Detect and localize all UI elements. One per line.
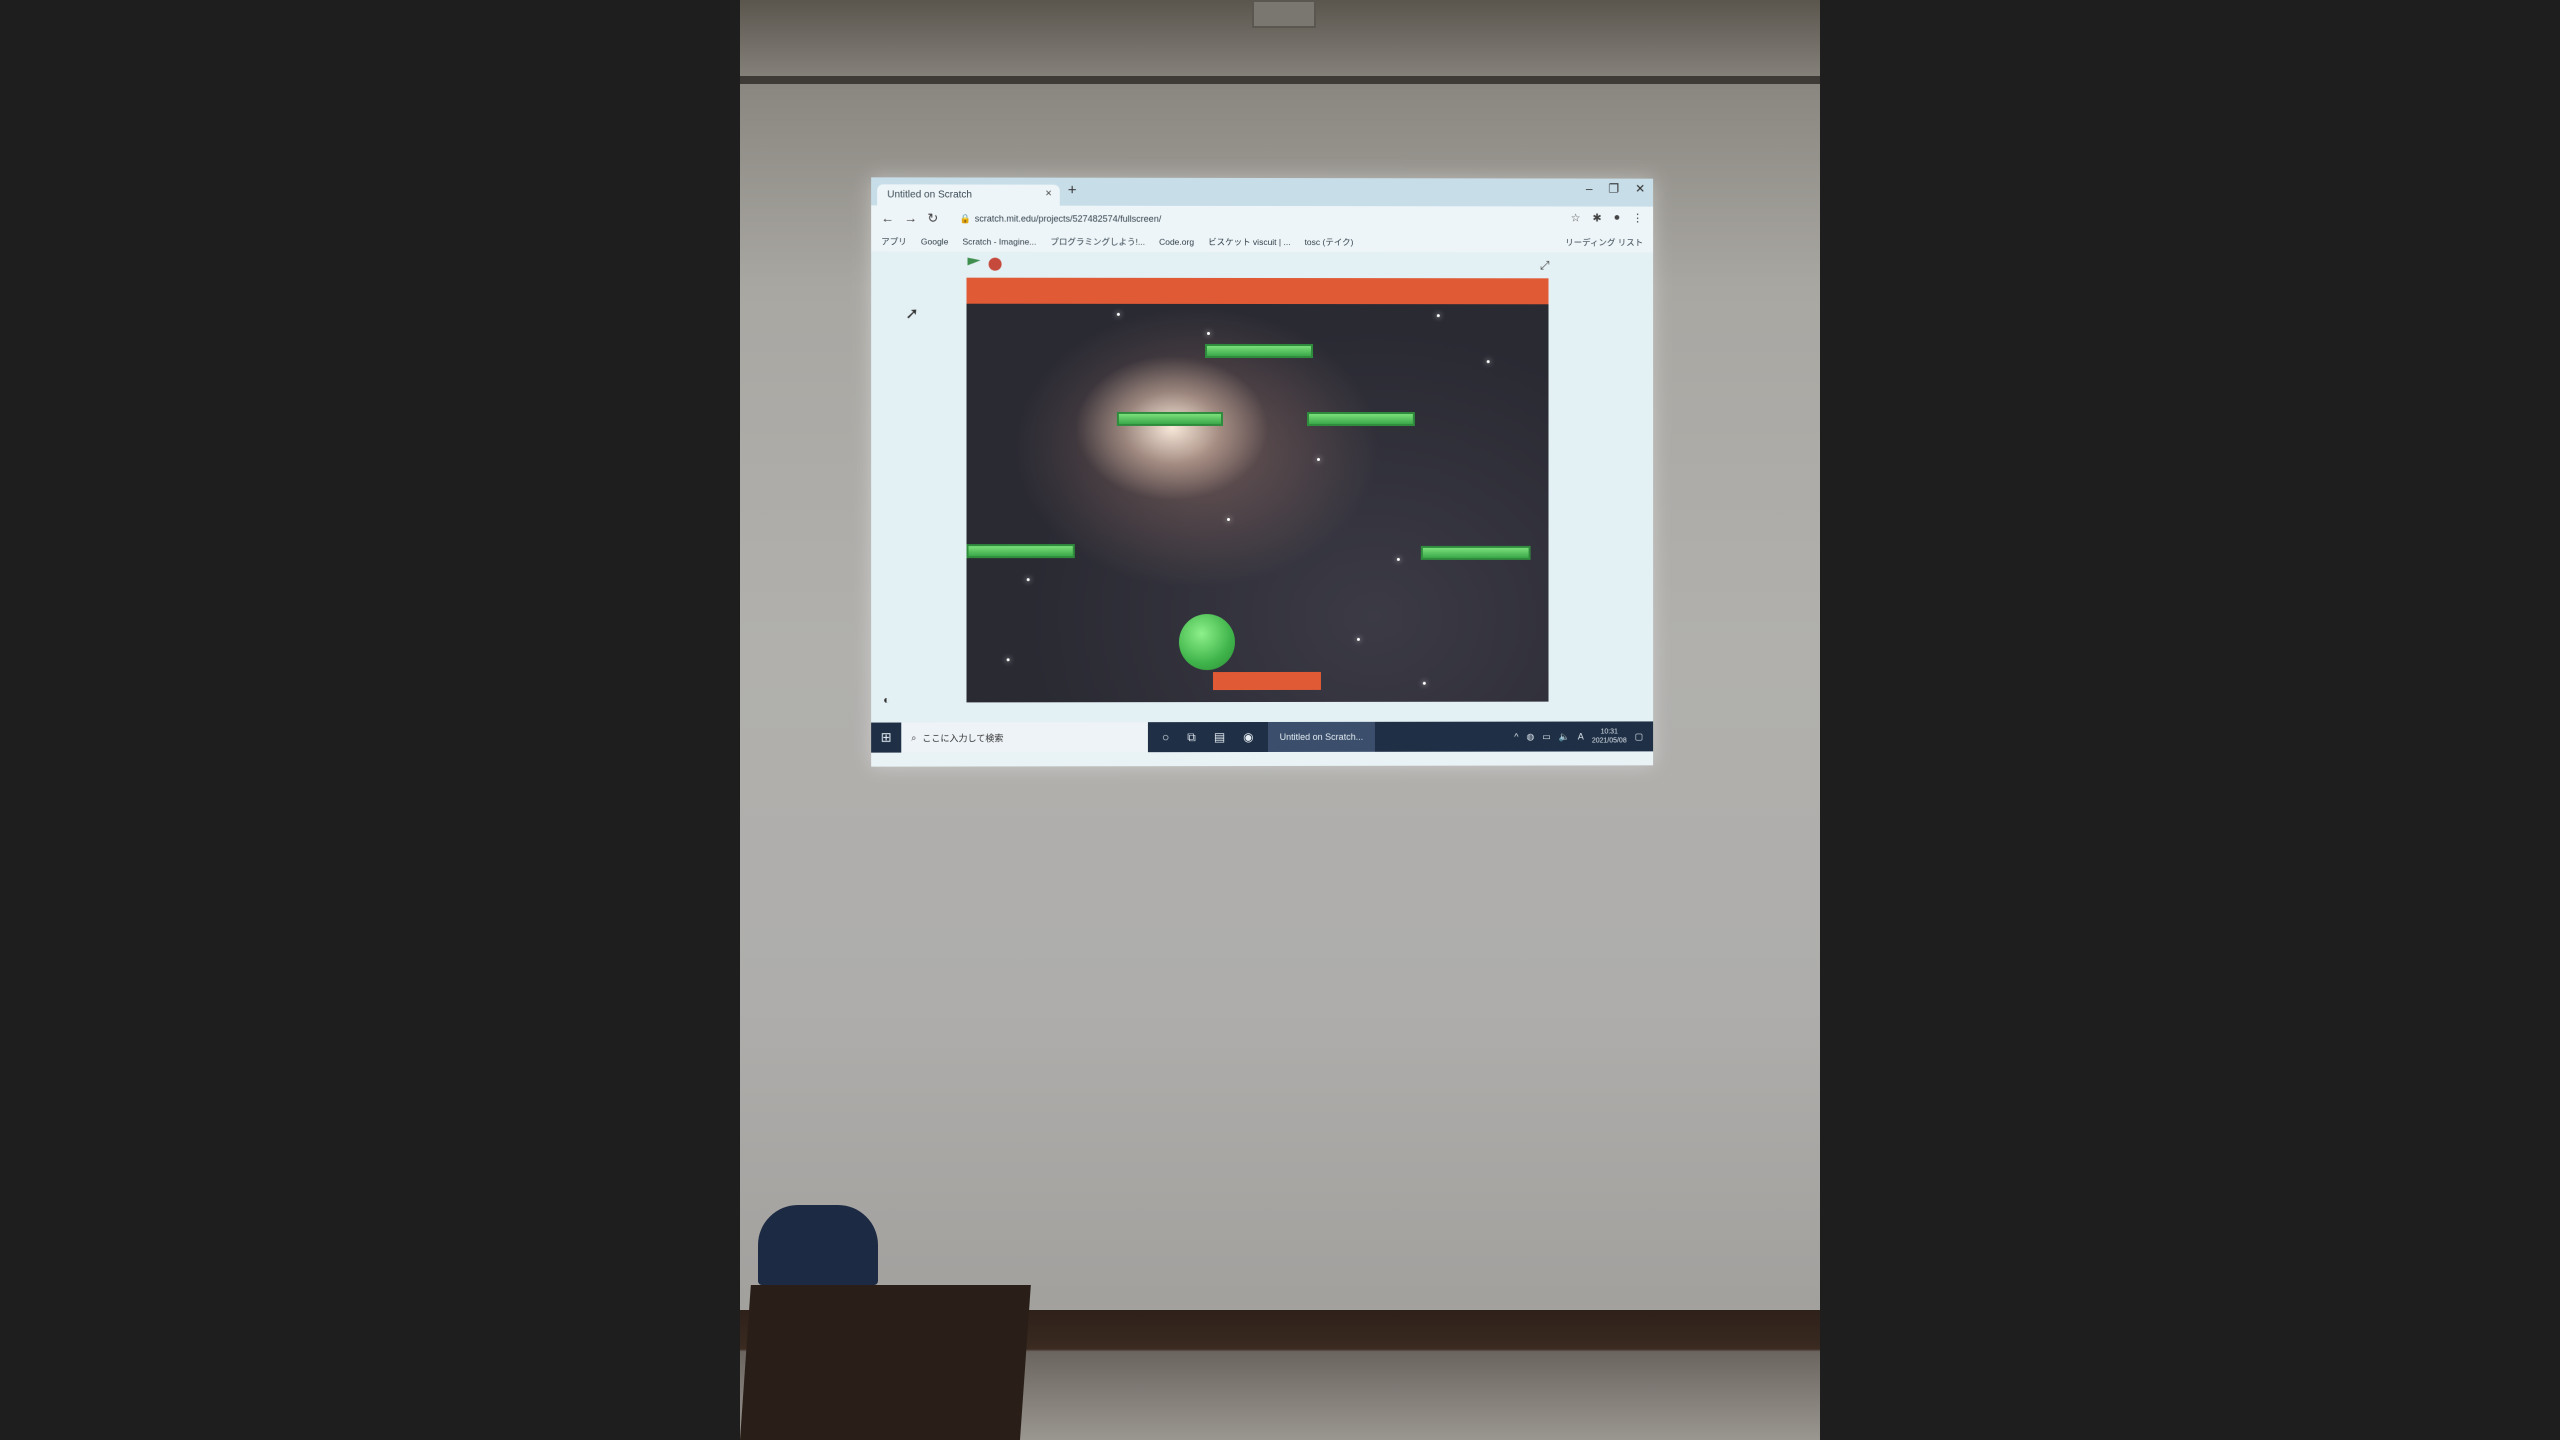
browser-titlebar: Untitled on Scratch × + – ❐ ✕ [871,177,1654,207]
star [1226,518,1230,522]
star [1356,637,1360,641]
star [1316,458,1320,462]
lock-icon: 🔒 [959,213,971,224]
back-button[interactable]: ← [881,210,894,226]
tray-chevron-icon[interactable]: ^ [1514,732,1518,742]
bookmark-viscuit[interactable]: ビスケット viscuit | ... [1208,236,1291,248]
browser-tab[interactable]: Untitled on Scratch × [877,184,1060,206]
reading-list[interactable]: リーディング リスト [1565,236,1643,248]
taskbar-search[interactable]: ⌕ ここに入力して検索 [901,722,1148,753]
close-window-button[interactable]: ✕ [1635,182,1645,196]
new-tab-button[interactable]: + [1068,182,1077,199]
battery-icon[interactable]: ▭ [1542,731,1550,742]
paddle [1212,671,1321,691]
chair [758,1205,878,1285]
address-bar: ← → ↻ 🔒 scratch.mit.edu/projects/5274825… [871,205,1654,233]
scratch-controls [968,258,1002,271]
address-bar-actions: ☆ ✱ ● ⋮ [1571,211,1643,225]
profile-icon[interactable]: ● [1614,212,1621,225]
star [1006,658,1010,662]
platform [1204,343,1313,359]
nav-buttons: ← → ↻ [881,210,938,226]
system-tray: ^ ◍ ▭ 🔈 A 10:31 2021/05/08 ▢ [1514,727,1653,745]
bookmark-google[interactable]: Google [921,237,949,247]
url-text: scratch.mit.edu/projects/527482574/fulls… [974,213,1162,224]
tab-close-icon[interactable]: × [1045,188,1051,200]
mouse-cursor-icon: ➚ [905,305,919,323]
bookmark-codeorg[interactable]: Code.org [1159,237,1194,247]
tab-title: Untitled on Scratch [887,189,973,201]
search-icon: ⌕ [911,732,917,743]
platform [1420,545,1531,560]
bookmark-tosc[interactable]: tosc (テイク) [1305,236,1354,248]
green-flag-icon[interactable] [968,258,981,271]
file-explorer-icon[interactable]: ▤ [1214,730,1225,745]
video-frame: Untitled on Scratch × + – ❐ ✕ ← → ↻ 🔒 sc… [740,0,1820,1440]
volume-icon[interactable]: 🔈 [1559,731,1570,742]
bookmark-programming[interactable]: プログラミングしよう!... [1050,236,1145,248]
window-controls: – ❐ ✕ [1586,182,1645,196]
star [1206,331,1210,335]
bookmark-star-icon[interactable]: ☆ [1571,211,1581,224]
ime-icon[interactable]: A [1578,732,1584,742]
platform [1306,412,1415,427]
star [1436,314,1440,318]
windows-start-icon[interactable]: ⊞ [871,730,901,746]
url-field[interactable]: 🔒 scratch.mit.edu/projects/527482574/ful… [959,211,1519,229]
taskbar-app-scratch[interactable]: Untitled on Scratch... [1267,721,1376,752]
fullscreen-icon[interactable]: ⤢ [1540,258,1550,273]
star [1422,681,1426,685]
star [1026,578,1030,582]
bookmark-scratch[interactable]: Scratch - Imagine... [962,237,1036,247]
menu-icon[interactable]: ⋮ [1632,212,1643,225]
extensions-icon[interactable]: ✱ [1592,212,1601,224]
desk [740,1285,1031,1440]
clock-date: 2021/05/08 [1591,737,1627,745]
cortana-icon[interactable]: ○ [1162,730,1169,745]
bookmark-apps[interactable]: アプリ [881,235,907,247]
star [1116,312,1120,316]
task-view-icon[interactable]: ⧉ [1187,730,1196,745]
forward-button[interactable]: → [904,210,917,226]
maximize-button[interactable]: ❐ [1608,182,1619,196]
minimize-button[interactable]: – [1586,182,1593,196]
top-bar [966,277,1549,305]
star [1396,557,1400,561]
search-placeholder: ここに入力して検索 [922,732,1004,744]
bookmarks-bar: アプリ Google Scratch - Imagine... プログラミングし… [871,231,1654,253]
scratch-logo-icon: ◐ [883,694,890,707]
clock[interactable]: 10:31 2021/05/08 [1592,727,1627,745]
platform [966,544,1075,559]
scratch-stage[interactable] [966,277,1549,703]
ceiling-rail [740,76,1820,84]
ball [1178,614,1235,671]
taskbar-app-label: Untitled on Scratch... [1279,731,1364,742]
platform [1116,411,1223,426]
reload-button[interactable]: ↻ [927,210,938,226]
star [1486,360,1490,364]
taskbar-icons: ○ ⧉ ▤ ◉ [1148,730,1254,745]
windows-taskbar: ⊞ ⌕ ここに入力して検索 ○ ⧉ ▤ ◉ Untitled on Scratc… [871,721,1654,753]
clock-time: 10:31 [1600,728,1618,736]
ceiling-fixture [1252,0,1316,28]
network-icon[interactable]: ◍ [1526,731,1534,742]
projected-screen: Untitled on Scratch × + – ❐ ✕ ← → ↻ 🔒 sc… [871,177,1654,767]
page-content: ⤢ ➚ ◐ [871,251,1654,723]
notification-icon[interactable]: ▢ [1635,731,1643,742]
stop-icon[interactable] [988,257,1002,271]
edge-icon[interactable]: ◉ [1243,730,1253,745]
